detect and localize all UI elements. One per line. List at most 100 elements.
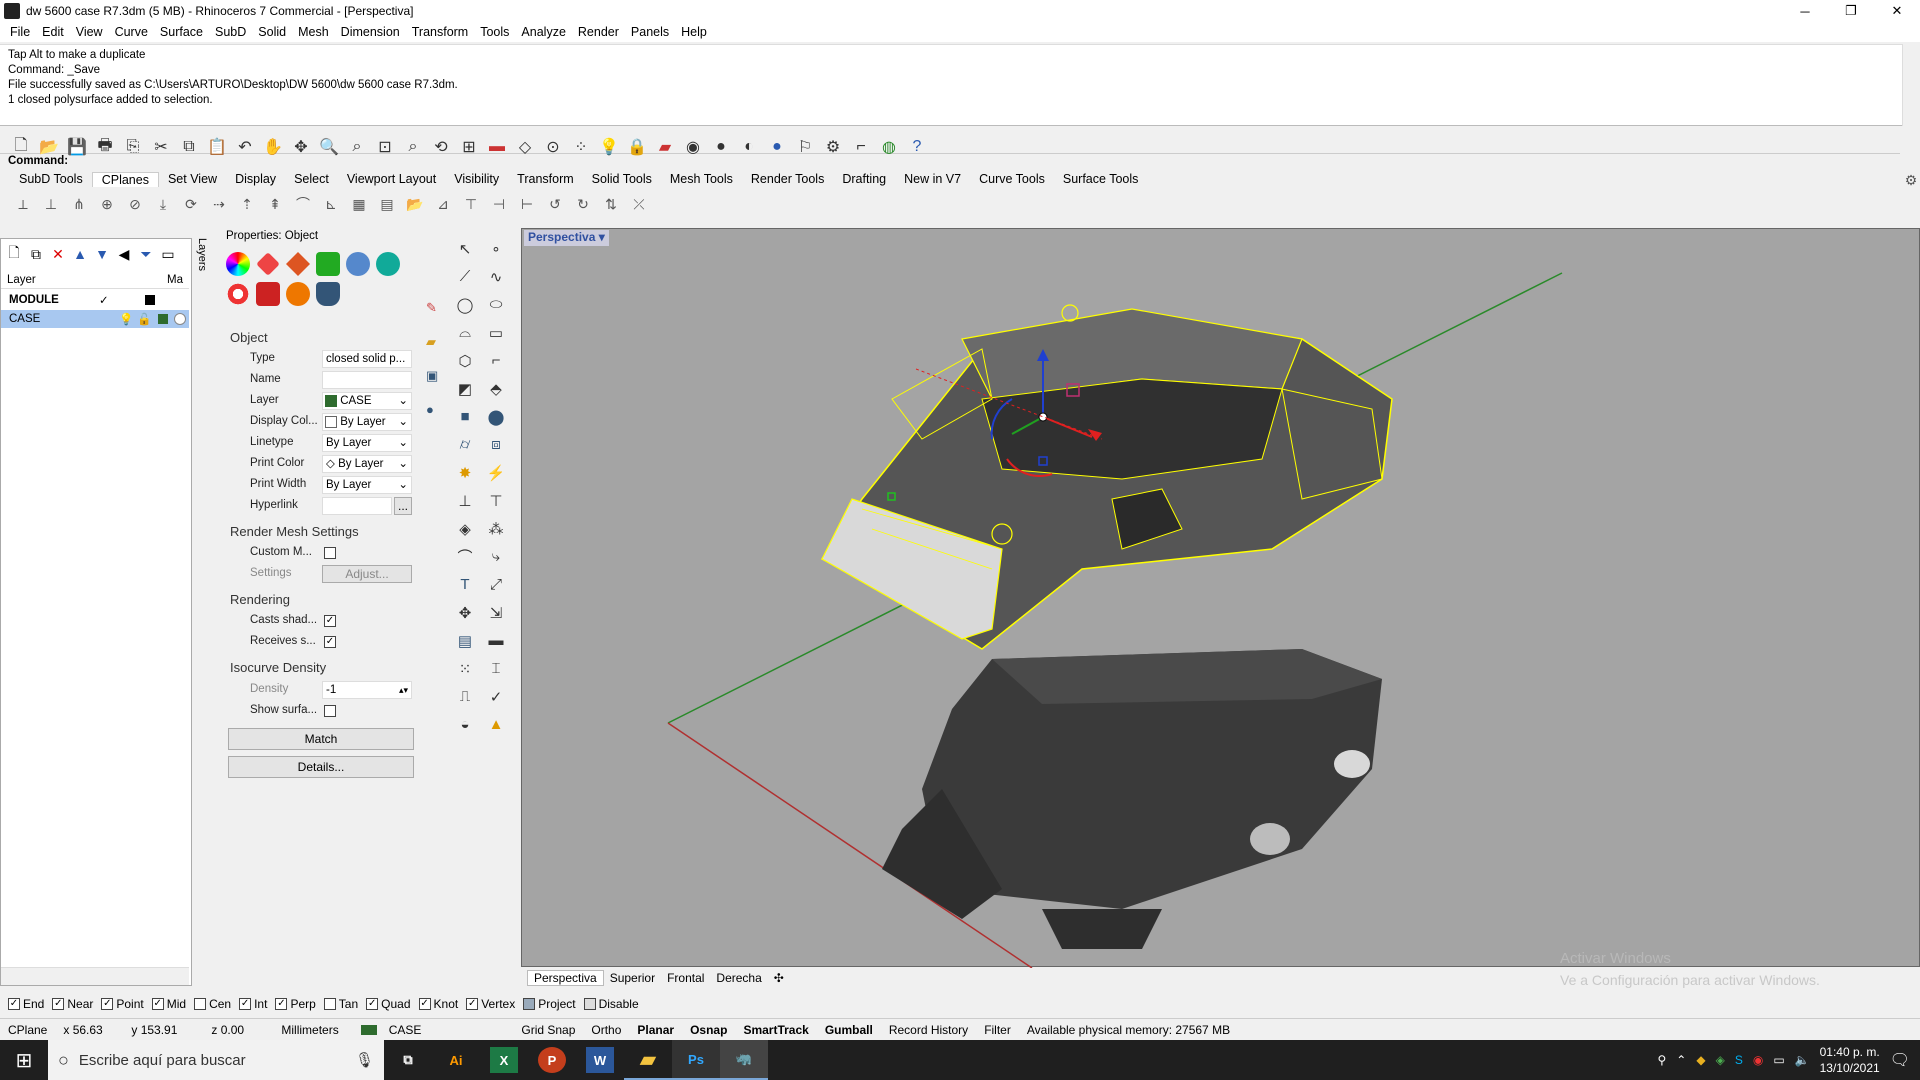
skype-icon[interactable]: S [1735,1053,1743,1067]
ortho-toggle[interactable]: Ortho [583,1023,629,1037]
cylinder-icon[interactable]: ⌭ [452,432,478,457]
undo-view-icon[interactable]: ⟲ [428,134,454,160]
array-icon[interactable]: ⁙ [452,656,478,681]
gumball-toggle[interactable]: Gumball [817,1023,881,1037]
module-object[interactable] [882,649,1382,949]
menu-view[interactable]: View [70,25,109,39]
curve-piping-icon[interactable] [286,282,310,306]
tab-visibility[interactable]: Visibility [445,172,508,186]
notifications-icon[interactable]: 🗨 [1890,1050,1910,1070]
show-surface-checkbox[interactable] [324,705,336,717]
powerpoint-app-icon[interactable]: P [538,1047,566,1073]
osnap-perp[interactable]: ✓ Perp [275,997,316,1011]
osnap-tan[interactable]: Tan [323,997,358,1011]
menu-dimension[interactable]: Dimension [335,25,406,39]
layer-select[interactable]: CASE ⌄ [322,392,412,410]
cplane-world-front-icon[interactable]: ⊣ [486,192,512,216]
layer-row-module[interactable]: MODULE ✓ [1,291,189,309]
cplane-3point-icon[interactable]: ⋔ [66,192,92,216]
record-history-toggle[interactable]: Record History [881,1023,976,1037]
minimize-button[interactable]: ─ [1782,0,1828,22]
lock-icon[interactable]: 🔓 [137,312,151,326]
rendered-sphere-icon[interactable]: ◐ [736,134,762,160]
curve-icon[interactable]: ∿ [483,264,509,289]
osnap-mid[interactable]: ✓ Mid [151,997,186,1011]
new-file-icon[interactable]: 🗋 [8,134,34,160]
osnap-near[interactable]: ✓ Near [52,997,93,1011]
tab-new-in-v7[interactable]: New in V7 [895,172,970,186]
move-out-icon[interactable]: ◀ [115,246,133,263]
display-color-select[interactable]: By Layer ⌄ [322,413,412,431]
tray-chevron-up-icon[interactable]: ⌃ [1676,1053,1686,1067]
menu-tools[interactable]: Tools [474,25,515,39]
light-bulb-icon[interactable]: 💡 [596,134,622,160]
offset-icon[interactable]: ⌒ [452,544,478,569]
osnap-toggle[interactable]: Osnap [682,1023,735,1037]
select-points-icon[interactable]: ⁘ [568,134,594,160]
units-indicator[interactable]: Millimeters [273,1023,353,1037]
explode-icon[interactable]: ✸ [452,460,478,485]
current-layer-indicator[interactable]: CASE [353,1023,513,1037]
cplane-named-icon[interactable]: ⊿ [430,192,456,216]
tab-mesh-tools[interactable]: Mesh Tools [661,172,742,186]
render-icon[interactable]: ● [764,134,790,160]
osnap-vertex[interactable]: ✓ Vertex [466,997,515,1011]
scene-canvas[interactable] [522,229,1920,969]
rhino-app-taskbar-icon[interactable]: 🦏 [720,1040,768,1080]
smarttrack-toggle[interactable]: SmartTrack [735,1023,816,1037]
osnap-project-checkbox[interactable] [523,998,536,1010]
gumball-icon[interactable]: ◇ [512,134,538,160]
material-column-header[interactable]: Ma [167,271,183,288]
tab-transform[interactable]: Transform [508,172,583,186]
menu-mesh[interactable]: Mesh [292,25,335,39]
surface-corner-icon[interactable]: ◩ [452,376,478,401]
split-icon[interactable]: ⊥ [452,488,478,513]
zoom-extents-icon[interactable]: ⊡ [372,134,398,160]
attributes-icon[interactable] [316,282,340,306]
dimension-icon[interactable]: ⤢ [483,572,509,597]
close-button[interactable]: ✕ [1874,0,1920,22]
edge-softening-icon[interactable] [376,252,400,276]
open-file-icon[interactable]: 📂 [36,134,62,160]
ungroup-icon[interactable]: ⁂ [483,516,509,541]
blend-icon[interactable]: ⤷ [483,544,509,569]
cplane-redo-icon[interactable]: ↻ [570,192,596,216]
tab-select[interactable]: Select [285,172,338,186]
cplane-origin-icon[interactable]: ⊥ [38,192,64,216]
osnap-disable-checkbox[interactable] [583,998,596,1010]
check-icon[interactable]: ✓ [483,684,509,709]
light-icon[interactable]: ▲ [483,712,509,737]
osnap-mid-checkbox[interactable]: ✓ [151,998,164,1010]
menu-transform[interactable]: Transform [406,25,475,39]
menu-file[interactable]: File [4,25,36,39]
lock-icon[interactable]: 🔒 [624,134,650,160]
zoom-selected-icon[interactable]: ⌕ [400,134,426,160]
perspective-viewport[interactable] [521,228,1920,969]
tab-set-view[interactable]: Set View [159,172,226,186]
shut-lining-icon[interactable] [226,282,250,306]
add-viewport-tab-icon[interactable]: ✣ [768,971,790,985]
globe-icon[interactable]: ◍ [876,134,902,160]
osnap-int-checkbox[interactable]: ✓ [239,998,252,1010]
viewport-tab-frontal[interactable]: Frontal [661,971,710,985]
align-icon[interactable]: ⌶ [483,656,509,681]
section-icon[interactable]: ▬ [483,628,509,653]
cplane-flip-icon[interactable]: ⇅ [598,192,624,216]
cplane-pick-icon[interactable]: ⤫ [626,192,652,216]
task-view-icon[interactable]: ⧉ [384,1040,432,1080]
trim-icon[interactable]: ⚡ [483,460,509,485]
rotate-view-icon[interactable]: ✥ [288,134,314,160]
point-icon[interactable]: ∘ [483,236,509,261]
viewport-tab-superior[interactable]: Superior [604,971,661,985]
current-layer-check-icon[interactable]: ✓ [99,293,125,307]
windows-start-icon[interactable]: ⊞ [0,1040,48,1080]
hyperlink-browse-button[interactable]: ... [394,497,412,515]
section-object[interactable]: Object [230,330,268,345]
word-app-icon[interactable]: W [586,1047,614,1073]
defender-icon[interactable]: ◈ [1716,1053,1725,1067]
polyline-icon[interactable]: ⟋ [452,264,478,289]
menu-curve[interactable]: Curve [109,25,154,39]
four-viewports-icon[interactable]: ⊞ [456,134,482,160]
viewport-title[interactable]: Perspectiva ▾ [524,230,609,246]
cplane-grid-icon[interactable]: ▦ [346,192,372,216]
